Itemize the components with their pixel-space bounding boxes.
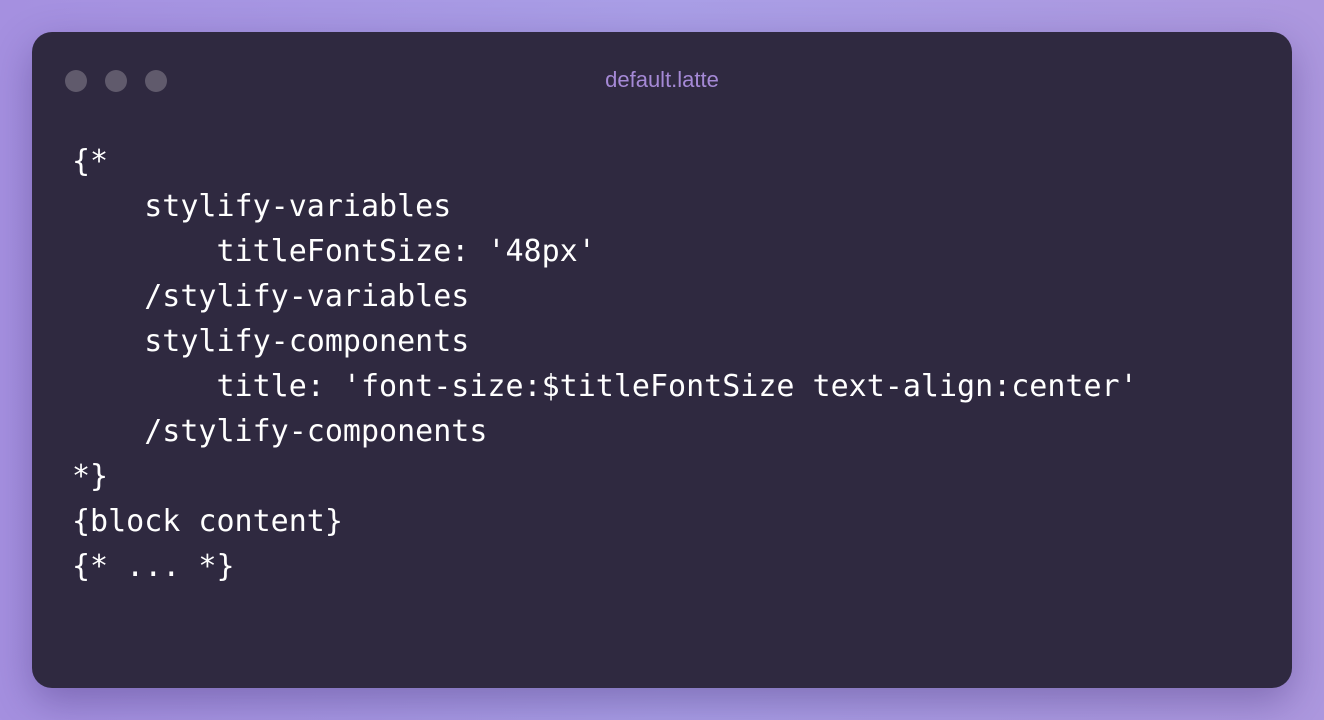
code-line-9: {block content} [72, 504, 343, 539]
code-line-4: /stylify-variables [72, 279, 470, 314]
code-line-5: stylify-components [72, 324, 470, 359]
code-line-8: *} [72, 459, 109, 494]
code-line-6: title: 'font-size:$titleFontSize text-al… [72, 369, 1138, 404]
code-line-1: {* [72, 144, 109, 179]
window-titlebar: default.latte [32, 32, 1292, 128]
code-window: default.latte {* stylify-variables title… [32, 32, 1292, 688]
code-line-2: stylify-variables [72, 189, 452, 224]
file-title: default.latte [605, 67, 719, 92]
code-line-10: {* ... *} [72, 549, 235, 584]
code-line-7: /stylify-components [72, 414, 488, 449]
code-line-3: titleFontSize: '48px' [72, 234, 596, 269]
code-block: {* stylify-variables titleFontSize: '48p… [72, 139, 1138, 589]
